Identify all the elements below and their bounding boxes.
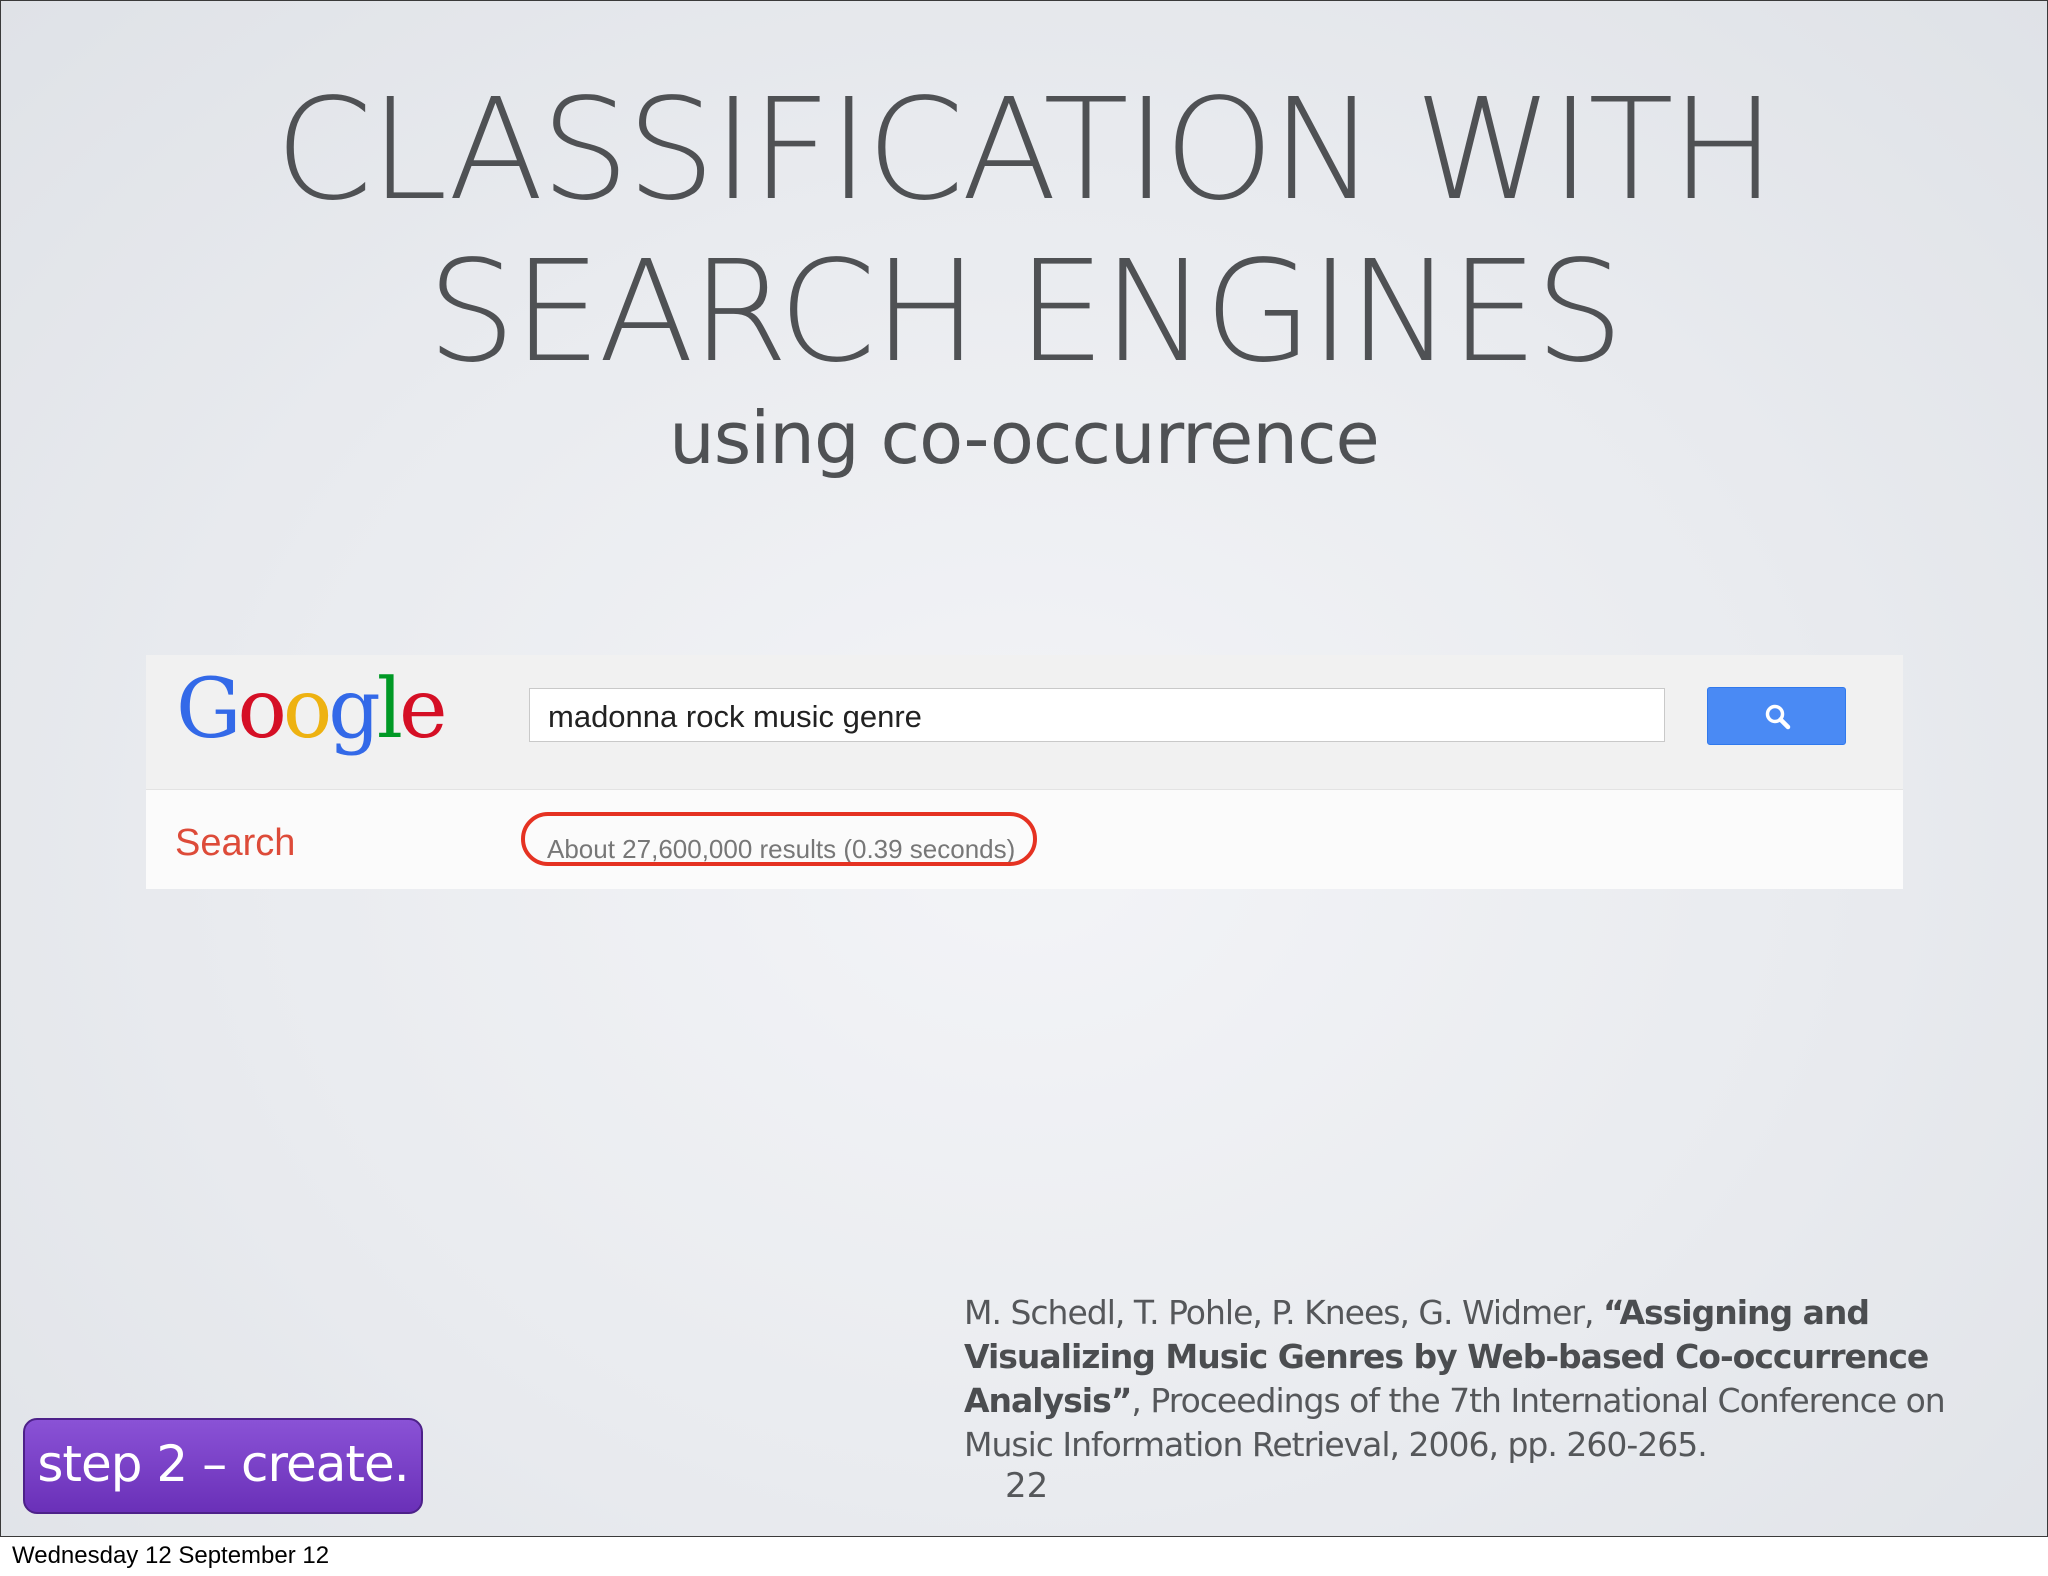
google-logo-letter: G [176, 662, 241, 757]
slide: CLASSIFICATION WITH SEARCH ENGINES using… [0, 0, 2048, 1537]
google-logo-letter: o [282, 662, 332, 757]
slide-title-line-2: SEARCH ENGINES [427, 231, 1624, 394]
google-logo-letter: e [399, 662, 447, 757]
citation-authors: M. Schedl, T. Pohle, P. Knees, G. Widmer… [964, 1293, 1595, 1332]
google-logo-letter: g [328, 662, 380, 757]
search-input[interactable]: madonna rock music genre [529, 688, 1665, 742]
search-icon [1765, 704, 1791, 730]
google-search-screenshot: Google madonna rock music genre Search A… [146, 655, 1903, 889]
google-logo: Google [176, 662, 447, 757]
citation: M. Schedl, T. Pohle, P. Knees, G. Widmer… [964, 1291, 1964, 1467]
page-number: 22 [1005, 1466, 1049, 1506]
google-logo-letter: l [376, 662, 403, 757]
slide-subtitle: using co-occurrence [669, 396, 1380, 480]
slide-title-line-1: CLASSIFICATION WITH [275, 69, 1776, 232]
search-button[interactable] [1707, 687, 1846, 745]
page: CLASSIFICATION WITH SEARCH ENGINES using… [0, 0, 2048, 1576]
google-results-bar: Search About 27,600,000 results (0.39 se… [146, 790, 1903, 889]
step-badge: step 2 – create. [23, 1418, 423, 1514]
search-label[interactable]: Search [175, 822, 295, 865]
result-stats-highlight [521, 812, 1037, 866]
google-header: Google madonna rock music genre [146, 655, 1903, 790]
footer-date: Wednesday 12 September 12 [12, 1542, 330, 1569]
google-logo-letter: o [237, 662, 287, 757]
